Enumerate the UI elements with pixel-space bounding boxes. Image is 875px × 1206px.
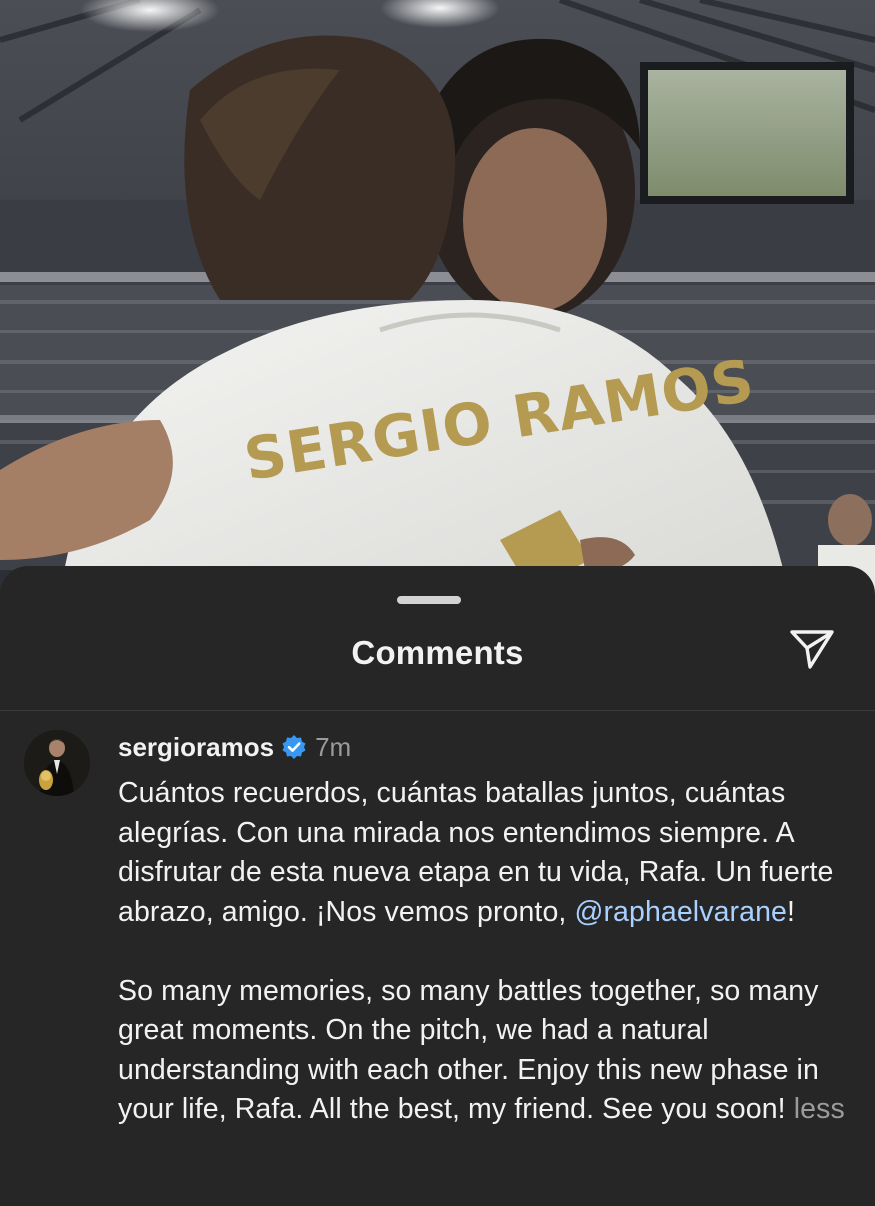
comment-meta: sergioramos 7m xyxy=(118,730,858,764)
sheet-divider xyxy=(0,710,875,711)
mention-link[interactable]: @raphaelvarane xyxy=(574,896,787,928)
comments-sheet: Comments sergioramos 7m Cuántos recuerdo… xyxy=(0,566,875,1206)
comment-username[interactable]: sergioramos xyxy=(118,732,274,763)
sheet-title: Comments xyxy=(351,634,524,671)
avatar[interactable] xyxy=(24,730,90,796)
post-photo: SERGIO RAMOS xyxy=(0,0,875,600)
less-button[interactable]: less xyxy=(794,1093,845,1125)
comment-timestamp: 7m xyxy=(315,731,352,762)
comment-paragraph-english: So many memories, so many battles togeth… xyxy=(118,972,858,1130)
verified-badge-icon xyxy=(281,734,307,760)
english-text: So many memories, so many battles togeth… xyxy=(118,974,819,1126)
comment-body: sergioramos 7m Cuántos recuerdos, cuánta… xyxy=(118,730,858,1130)
paper-plane-icon xyxy=(788,627,836,676)
spanish-suffix: ! xyxy=(787,895,796,928)
drag-handle[interactable] xyxy=(397,596,461,604)
comment-text: Cuántos recuerdos, cuántas batallas junt… xyxy=(118,774,858,1130)
share-button[interactable] xyxy=(786,628,838,674)
comment-paragraph-spanish: Cuántos recuerdos, cuántas batallas junt… xyxy=(118,774,858,932)
